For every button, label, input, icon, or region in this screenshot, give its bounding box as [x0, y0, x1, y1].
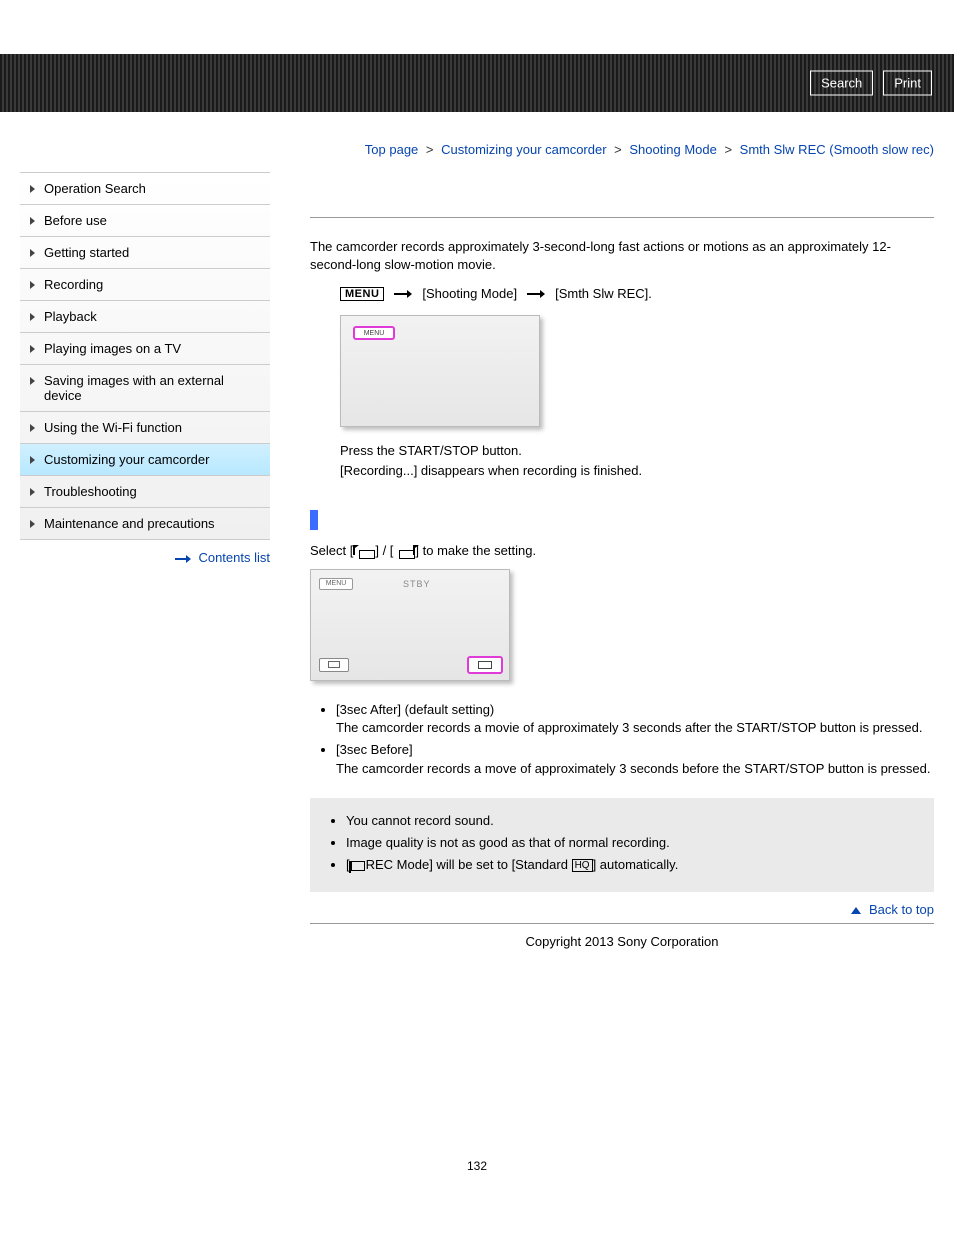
intro-text: The camcorder records approximately 3-se… [310, 238, 934, 274]
breadcrumb-separator: > [422, 142, 437, 157]
triangle-right-icon [30, 488, 35, 496]
triangle-right-icon [30, 456, 35, 464]
screen-menu-button: MENU [319, 578, 353, 590]
options-list: [3sec After] (default setting) The camcor… [336, 701, 934, 778]
menu-path: MENU [Shooting Mode] [Smth Slw REC]. [340, 286, 934, 301]
sidebar-item-label: Troubleshooting [44, 484, 137, 499]
print-button[interactable]: Print [883, 71, 932, 96]
search-button[interactable]: Search [810, 71, 873, 96]
copyright: Copyright 2013 Sony Corporation [310, 934, 934, 949]
film-icon [351, 861, 365, 871]
recording-note: [Recording...] disappears when recording… [340, 461, 934, 481]
hq-icon: HQ [572, 859, 593, 872]
sidebar-item[interactable]: Customizing your camcorder [20, 444, 270, 476]
breadcrumb-link[interactable]: Customizing your camcorder [441, 142, 606, 157]
sidebar-item[interactable]: Using the Wi-Fi function [20, 412, 270, 444]
sidebar-item[interactable]: Operation Search [20, 173, 270, 205]
notes-box: You cannot record sound. Image quality i… [310, 798, 934, 893]
sidebar-item[interactable]: Playback [20, 301, 270, 333]
triangle-right-icon [30, 313, 35, 321]
section-marker [310, 510, 318, 530]
sidebar-item-label: Before use [44, 213, 107, 228]
sidebar: Operation Search Before use Getting starte… [20, 172, 270, 989]
main-content: Top page > Customizing your camcorder > … [270, 112, 934, 989]
arrow-icon [527, 290, 545, 298]
header-band: Search Print [0, 54, 954, 112]
triangle-right-icon [30, 520, 35, 528]
option-item: [3sec After] (default setting) The camcor… [336, 701, 934, 737]
press-instruction: Press the START/STOP button. [340, 441, 934, 461]
breadcrumb-separator: > [721, 142, 736, 157]
path-part: [Shooting Mode] [422, 286, 517, 301]
sidebar-item[interactable]: Getting started [20, 237, 270, 269]
breadcrumb-link[interactable]: Smth Slw REC (Smooth slow rec) [740, 142, 934, 157]
sidebar-item[interactable]: Playing images on a TV [20, 333, 270, 365]
back-to-top-link[interactable]: Back to top [869, 902, 934, 917]
note-item: You cannot record sound. [346, 812, 924, 830]
divider [310, 217, 934, 218]
screen-menu-highlight: MENU [353, 326, 395, 340]
sidebar-item-label: Operation Search [44, 181, 146, 196]
triangle-right-icon [30, 217, 35, 225]
sidebar-item[interactable]: Troubleshooting [20, 476, 270, 508]
menu-icon: MENU [340, 287, 384, 301]
sidebar-item[interactable]: Before use [20, 205, 270, 237]
path-part: [Smth Slw REC]. [555, 286, 652, 301]
option-desc: The camcorder records a move of approxim… [336, 760, 934, 778]
breadcrumb-link[interactable]: Shooting Mode [629, 142, 716, 157]
sidebar-item-label: Saving images with an external device [44, 373, 224, 403]
sidebar-item-label: Using the Wi-Fi function [44, 420, 182, 435]
option-desc: The camcorder records a movie of approxi… [336, 719, 934, 737]
note-item: [REC Mode] will be set to [Standard HQ] … [346, 856, 924, 874]
timing-after-icon [393, 545, 415, 559]
option-item: [3sec Before] The camcorder records a mov… [336, 741, 934, 777]
sidebar-item-label: Maintenance and precautions [44, 516, 215, 531]
sidebar-item[interactable]: Recording [20, 269, 270, 301]
sidebar-item-label: Recording [44, 277, 103, 292]
triangle-right-icon [30, 185, 35, 193]
sidebar-item-label: Customizing your camcorder [44, 452, 209, 467]
triangle-right-icon [30, 424, 35, 432]
sidebar-item-label: Playing images on a TV [44, 341, 181, 356]
triangle-right-icon [30, 345, 35, 353]
arrow-right-icon [175, 555, 191, 563]
option-title: [3sec After] (default setting) [336, 702, 494, 717]
arrow-up-icon [851, 907, 861, 914]
note-item: Image quality is not as good as that of … [346, 834, 924, 852]
option-title: [3sec Before] [336, 742, 413, 757]
timing-before-icon [353, 545, 375, 559]
sidebar-item-label: Playback [44, 309, 97, 324]
triangle-right-icon [30, 249, 35, 257]
breadcrumb-separator: > [611, 142, 626, 157]
screen-bottom-right-highlight [467, 656, 503, 674]
breadcrumb: Top page > Customizing your camcorder > … [310, 142, 934, 157]
sidebar-item-label: Getting started [44, 245, 129, 260]
screen-bottom-left-button [319, 658, 349, 672]
breadcrumb-link[interactable]: Top page [365, 142, 419, 157]
contents-list-link[interactable]: Contents list [198, 550, 270, 565]
select-instruction: Select [] / [] to make the setting. [310, 543, 934, 559]
arrow-icon [394, 290, 412, 298]
screen-stby-label: STBY [403, 579, 431, 589]
screen-illustration-2: MENU STBY [310, 569, 510, 681]
sidebar-item[interactable]: Saving images with an external device [20, 365, 270, 412]
triangle-right-icon [30, 377, 35, 385]
sidebar-item[interactable]: Maintenance and precautions [20, 508, 270, 540]
divider [310, 923, 934, 924]
page-number: 132 [0, 1159, 954, 1173]
triangle-right-icon [30, 281, 35, 289]
screen-illustration-1: MENU [340, 315, 540, 427]
